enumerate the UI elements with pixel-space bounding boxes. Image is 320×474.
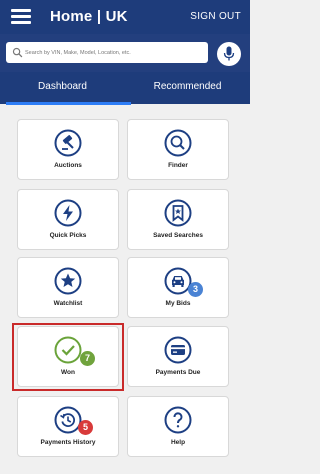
search-bar — [0, 34, 250, 72]
question-icon — [164, 406, 192, 434]
tab-dashboard[interactable]: Dashboard — [0, 72, 125, 104]
tile-watchlist[interactable]: Watchlist — [17, 257, 119, 318]
search-box[interactable] — [6, 42, 208, 63]
microphone-icon — [223, 46, 235, 61]
tile-help[interactable]: Help — [127, 396, 229, 457]
tile-label: Payments Due — [155, 369, 201, 376]
tile-label: Saved Searches — [153, 232, 203, 239]
tile-my-bids[interactable]: 3 My Bids — [127, 257, 229, 318]
app-header: Home | UK SIGN OUT — [0, 0, 250, 34]
tile-label: Help — [170, 439, 186, 446]
tile-label: Finder — [168, 162, 188, 169]
gavel-icon — [54, 129, 82, 157]
tile-label: Payments History — [40, 439, 96, 446]
tile-label: Quick Picks — [49, 232, 87, 239]
tile-auctions[interactable]: Auctions — [17, 119, 119, 180]
tile-quick-picks[interactable]: Quick Picks — [17, 189, 119, 250]
hamburger-menu-icon[interactable] — [11, 9, 31, 24]
bookmark-icon — [164, 199, 192, 227]
search-icon — [12, 47, 23, 58]
search-input[interactable] — [25, 45, 203, 60]
star-icon — [54, 267, 82, 295]
magnifier-icon — [164, 129, 192, 157]
payments-history-count-badge: 5 — [78, 420, 93, 435]
tile-payments-history[interactable]: 5 Payments History — [17, 396, 119, 457]
voice-search-button[interactable] — [217, 42, 241, 66]
tile-label: My Bids — [165, 300, 191, 307]
tile-finder[interactable]: Finder — [127, 119, 229, 180]
active-tab-indicator — [6, 102, 131, 105]
selection-highlight — [12, 323, 124, 391]
tile-payments-due[interactable]: Payments Due — [127, 326, 229, 387]
tab-recommended[interactable]: Recommended — [125, 72, 250, 104]
my-bids-count-badge: 3 — [188, 282, 203, 297]
tile-label: Watchlist — [53, 300, 83, 307]
sign-out-button[interactable]: SIGN OUT — [190, 11, 241, 22]
lightning-icon — [54, 199, 82, 227]
page-title: Home | UK — [50, 8, 128, 25]
tile-label: Auctions — [54, 162, 82, 169]
tile-saved-searches[interactable]: Saved Searches — [127, 189, 229, 250]
credit-card-icon — [164, 336, 192, 364]
tab-bar: Dashboard Recommended — [0, 72, 250, 105]
